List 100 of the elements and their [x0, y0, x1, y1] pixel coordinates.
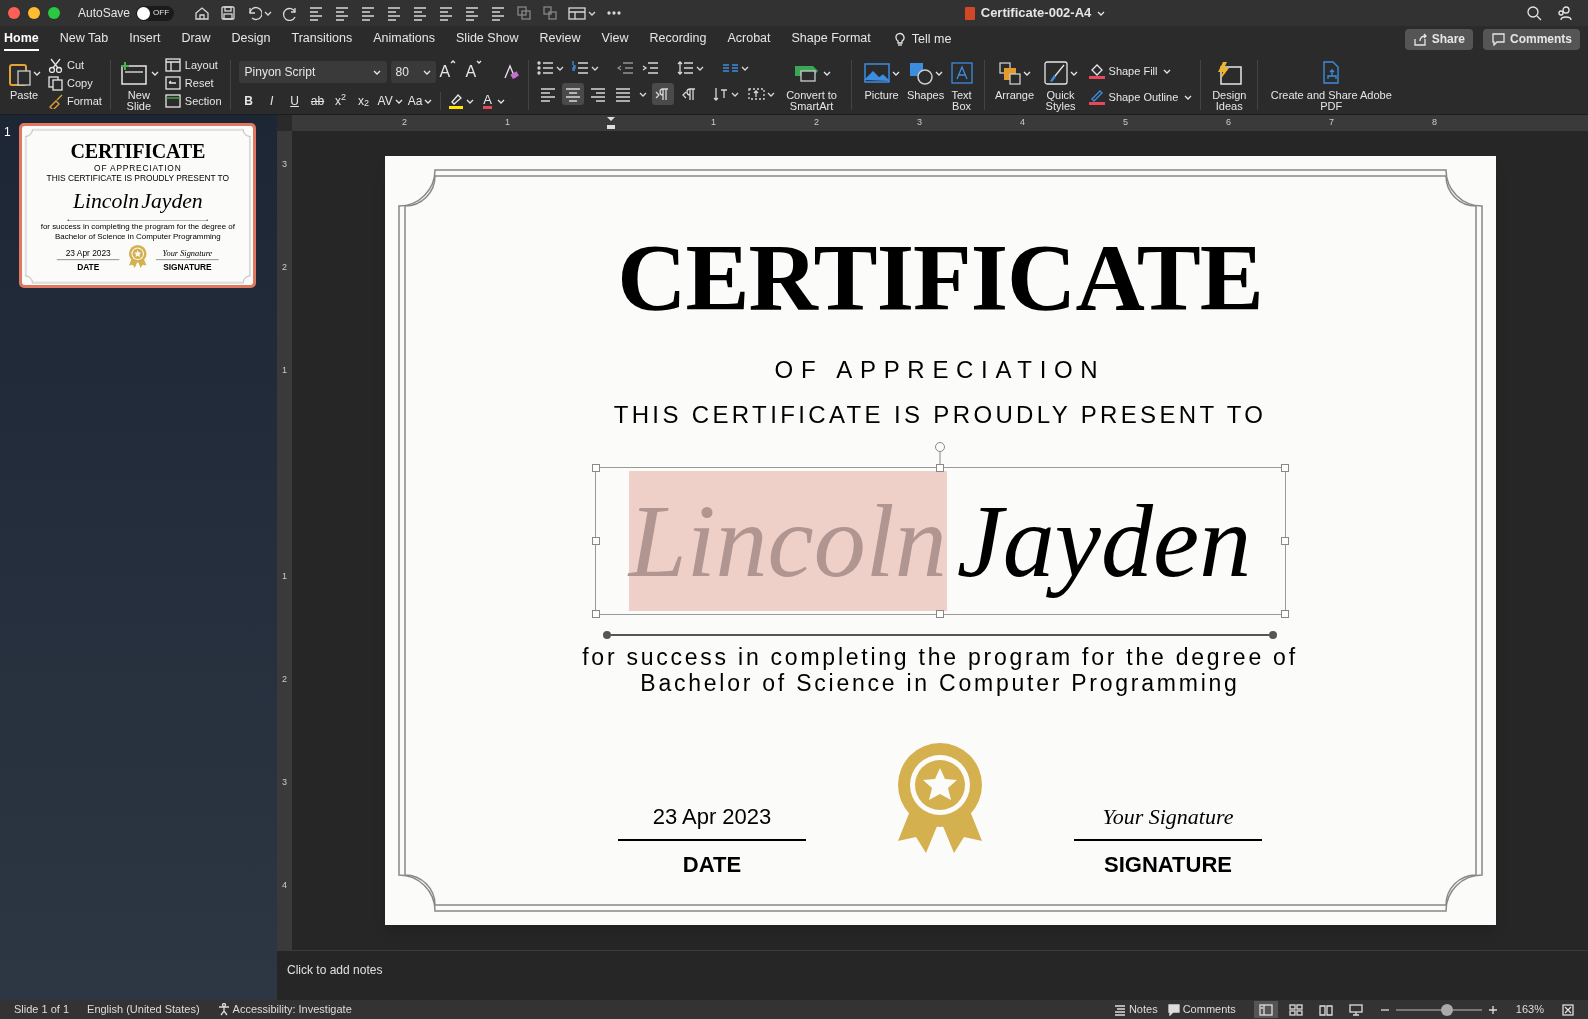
quick-styles-button[interactable]: Quick Styles	[1040, 56, 1081, 112]
shape-fill-button[interactable]: Shape Fill	[1088, 62, 1193, 80]
zoom-slider-thumb[interactable]	[1441, 1003, 1454, 1016]
ribbon-tab[interactable]: Acrobat	[727, 27, 771, 51]
share-button[interactable]: Share	[1404, 28, 1473, 50]
date-label: DATE	[77, 262, 100, 272]
ribbon-tab[interactable]: Transitions	[291, 27, 353, 51]
align-icon[interactable]	[438, 4, 455, 22]
shapes-button[interactable]: Shapes	[903, 56, 948, 101]
underline-button[interactable]: U	[284, 91, 305, 111]
ribbon-tab[interactable]: Insert	[129, 27, 161, 51]
comments-button[interactable]: Comments	[1483, 28, 1580, 50]
character-spacing-button[interactable]: AV	[376, 91, 404, 111]
resize-handle[interactable]	[936, 464, 944, 472]
comments-status-button[interactable]: Comments	[1167, 1001, 1236, 1018]
ribbon-tab[interactable]: Shape Format	[791, 27, 871, 51]
resize-handle[interactable]	[1280, 464, 1289, 472]
home-icon[interactable]	[194, 5, 211, 21]
language-status[interactable]: English (United States)	[87, 1001, 200, 1018]
picture-button[interactable]: Picture	[859, 56, 904, 101]
window-control[interactable]	[28, 7, 40, 19]
text-direction-button[interactable]	[651, 83, 674, 105]
increase-font-button[interactable]: A	[439, 60, 462, 84]
design-ideas-button[interactable]: Design Ideas	[1209, 56, 1250, 112]
copy-button[interactable]: Copy	[48, 74, 102, 92]
ribbon-tab[interactable]: New Tab	[59, 27, 109, 51]
layout-button[interactable]: Layout	[164, 56, 222, 74]
superscript-button[interactable]: x$^{2}$	[330, 91, 351, 111]
ribbon-tab[interactable]: Draw	[181, 27, 211, 51]
align-icon[interactable]	[360, 4, 377, 22]
arrange-button[interactable]: Arrange	[992, 56, 1037, 101]
italic-button[interactable]: I	[261, 91, 282, 111]
resize-handle[interactable]	[591, 464, 600, 472]
people-icon[interactable]	[1556, 5, 1574, 21]
font-size-field[interactable]: 80	[390, 61, 436, 83]
resize-handle[interactable]	[1280, 537, 1289, 545]
align-button[interactable]	[561, 83, 584, 105]
align-icon[interactable]	[412, 4, 429, 22]
ribbon-tab[interactable]: View	[601, 27, 629, 51]
adobe-pdf-button[interactable]: Create and Share Adobe PDF	[1266, 56, 1397, 112]
accessibility-button[interactable]: Accessibility: Investigate	[217, 1001, 352, 1018]
resize-handle[interactable]	[1280, 610, 1289, 618]
font-name-field[interactable]: Pinyon Script	[238, 61, 387, 83]
line-spacing-icon[interactable]	[676, 60, 694, 76]
notes-button[interactable]: Notes	[1113, 1001, 1158, 1018]
autosave-toggle[interactable]: OFF	[136, 5, 175, 21]
ribbon-tab[interactable]: Review	[539, 27, 581, 51]
text-direction-icon[interactable]	[711, 86, 729, 102]
redo-icon[interactable]	[282, 5, 299, 21]
highlighter-icon[interactable]	[448, 93, 465, 109]
fit-slide-icon[interactable]	[1562, 1003, 1574, 1016]
numbering-icon[interactable]	[571, 60, 589, 76]
zoom-percentage[interactable]: 163%	[1515, 1001, 1544, 1018]
tell-me-button[interactable]: Tell me	[891, 29, 952, 49]
rotate-handle[interactable]	[934, 441, 946, 464]
bold-button[interactable]: B	[238, 91, 259, 111]
view-button[interactable]	[1253, 1001, 1278, 1018]
distribute-icon[interactable]	[464, 4, 481, 22]
certificate-title: CERTIFICATE	[70, 141, 206, 162]
cut-button[interactable]: Cut	[48, 56, 102, 74]
zoom-in-icon[interactable]	[1487, 1004, 1498, 1015]
section-button[interactable]: Section	[164, 92, 222, 110]
ribbon-tab[interactable]: Design	[231, 27, 271, 51]
window-control[interactable]	[48, 7, 60, 19]
indent-marker-icon[interactable]	[605, 116, 616, 130]
decrease-indent-icon[interactable]	[616, 60, 634, 76]
align-icon[interactable]	[308, 4, 325, 22]
strikethrough-button[interactable]: ab	[307, 91, 328, 111]
search-icon[interactable]	[1526, 5, 1542, 21]
window-control[interactable]	[8, 7, 20, 19]
new-slide-button[interactable]: New Slide	[118, 56, 159, 112]
undo-icon[interactable]	[246, 5, 263, 21]
align-text-icon[interactable]	[747, 86, 765, 102]
font-color-button[interactable]: A	[483, 93, 493, 109]
bullets-icon[interactable]	[536, 60, 554, 76]
notes-placeholder[interactable]: Click to add notes	[287, 963, 383, 977]
align-icon[interactable]	[386, 4, 403, 22]
shape-outline-button[interactable]: Shape Outline	[1088, 88, 1193, 106]
clear-format-icon[interactable]	[501, 64, 520, 80]
text-box-button[interactable]: Text Box	[947, 56, 976, 112]
ribbon-tab[interactable]: Animations	[373, 27, 436, 51]
save-icon[interactable]	[220, 5, 237, 21]
ribbon-tab[interactable]: Recording	[649, 27, 707, 51]
ribbon-tab[interactable]: Slide Show	[456, 27, 519, 51]
increase-indent-icon[interactable]	[641, 60, 659, 76]
convert-smartart-button[interactable]: Convert to SmartArt	[780, 56, 843, 112]
resize-handle[interactable]	[591, 537, 600, 545]
distribute-icon[interactable]	[334, 4, 351, 22]
resize-handle[interactable]	[936, 610, 944, 618]
decrease-font-button[interactable]: A	[465, 60, 488, 84]
align-icon[interactable]	[490, 4, 507, 22]
ruler-number: 2	[402, 116, 407, 130]
reset-button[interactable]: Reset	[164, 74, 222, 92]
change-case-button[interactable]: Aa	[406, 91, 434, 111]
table-icon[interactable]	[568, 5, 587, 21]
zoom-slider[interactable]	[1395, 1003, 1482, 1016]
subscript-button[interactable]: x$_{2}$	[353, 91, 374, 111]
resize-handle[interactable]	[591, 610, 600, 618]
format-painter-button[interactable]: Format	[48, 92, 102, 110]
paste-button[interactable]: Paste	[6, 56, 42, 101]
